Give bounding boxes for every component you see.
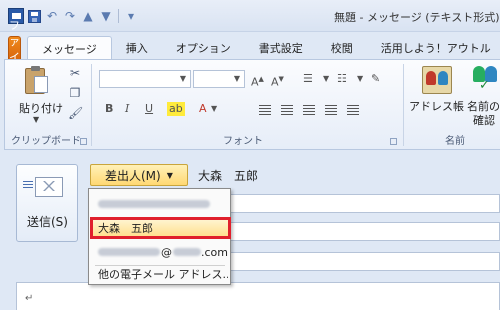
- tab-message[interactable]: メッセージ: [27, 36, 112, 60]
- copy-icon[interactable]: ❐: [68, 86, 82, 100]
- at-sign: @: [161, 245, 172, 259]
- menu-item-redacted-email[interactable]: @ .com: [91, 241, 228, 263]
- font-size-combo[interactable]: ▼: [193, 70, 245, 88]
- from-button-label: 差出人(M): [105, 168, 161, 183]
- tab-insert[interactable]: 挿入: [112, 36, 162, 60]
- font-color-dropdown-icon[interactable]: ▼: [211, 102, 217, 116]
- quick-access-toolbar: ↶ ↷ ▲ ▼ ▾: [8, 8, 139, 24]
- increase-indent-icon[interactable]: [347, 105, 359, 115]
- align-center-icon[interactable]: [281, 105, 293, 115]
- paste-label: 貼り付け: [19, 102, 63, 115]
- format-painter-icon[interactable]: 🖌: [68, 106, 83, 120]
- send-icon-lines: [23, 181, 33, 188]
- group-separator: [91, 64, 92, 146]
- redacted-text: [98, 200, 210, 208]
- bold-button[interactable]: B: [105, 102, 113, 116]
- window-title: 無題 - メッセージ (テキスト形式): [334, 11, 500, 24]
- compose-area: 送信(S) 差出人(M) ▼ 大森 五郎 ↵: [4, 150, 500, 310]
- align-right-icon[interactable]: [303, 105, 315, 115]
- numbering-icon[interactable]: ☷: [337, 72, 347, 86]
- send-icon: [35, 177, 63, 197]
- up-icon[interactable]: ▲: [80, 8, 96, 24]
- font-launcher-icon[interactable]: [390, 138, 397, 145]
- tab-file[interactable]: ファイル: [8, 19, 21, 80]
- customize-icon[interactable]: ▾: [123, 8, 139, 24]
- ribbon-tabs: ファイル メッセージ 挿入 オプション 書式設定 校閲 活用しよう！アウトル: [0, 19, 500, 80]
- address-book-icon: [422, 66, 452, 96]
- paste-icon: [25, 66, 49, 96]
- tab-outlook-tips[interactable]: 活用しよう！アウトル: [367, 36, 500, 60]
- address-book-label: アドレス帳: [409, 100, 464, 113]
- message-body[interactable]: ↵: [16, 282, 500, 310]
- bullets-dropdown-icon[interactable]: ▼: [323, 72, 329, 86]
- check-names-label-line1: 名前の: [467, 100, 500, 113]
- save-icon[interactable]: [26, 8, 42, 24]
- toolbar-separator: [118, 9, 119, 23]
- decrease-indent-icon[interactable]: [325, 105, 337, 115]
- clipboard-group-label: クリップボード: [11, 136, 81, 147]
- menu-item-selected-account[interactable]: 大森 五郎: [90, 217, 231, 239]
- from-name: 大森 五郎: [198, 169, 259, 183]
- title-bar: ↶ ↷ ▲ ▼ ▾ 無題 - メッセージ (テキスト形式): [0, 0, 500, 32]
- font-group-label: フォント: [223, 136, 263, 147]
- ribbon: 貼り付け ▼ ✂ ❐ 🖌 クリップボード ▼ ▼ A▲ A▼ ☰ ▼ ☷ ▼ ✎…: [4, 59, 500, 150]
- chevron-down-icon: ▼: [166, 170, 173, 180]
- underline-button[interactable]: U: [145, 102, 153, 116]
- menu-item-other-address[interactable]: 他の電子メール アドレス...: [91, 263, 228, 285]
- italic-button[interactable]: I: [125, 102, 129, 116]
- shrink-font-icon[interactable]: A▼: [271, 72, 284, 90]
- from-menu: 大森 五郎 @ .com 他の電子メール アドレス...: [88, 188, 231, 285]
- tab-options[interactable]: オプション: [162, 36, 245, 60]
- tab-format[interactable]: 書式設定: [245, 36, 317, 60]
- font-name-combo[interactable]: ▼: [99, 70, 191, 88]
- send-button[interactable]: 送信(S): [16, 164, 78, 242]
- font-color-icon[interactable]: A: [199, 102, 207, 116]
- email-domain-suffix: .com: [201, 245, 228, 259]
- tab-review[interactable]: 校閲: [317, 36, 367, 60]
- redo-icon[interactable]: ↷: [62, 8, 78, 24]
- menu-item-label: 他の電子メール アドレス...: [98, 268, 228, 281]
- from-button[interactable]: 差出人(M) ▼: [90, 164, 188, 186]
- paragraph-mark: ↵: [25, 293, 34, 304]
- group-separator: [403, 64, 404, 146]
- paste-dropdown-icon[interactable]: ▼: [33, 115, 39, 124]
- redacted-text: [173, 248, 201, 256]
- undo-icon[interactable]: ↶: [44, 8, 60, 24]
- menu-item-redacted-account[interactable]: [91, 193, 228, 215]
- check-names-label-line2: 確認: [473, 114, 495, 127]
- grow-font-icon[interactable]: A▲: [251, 72, 264, 90]
- clipboard-launcher-icon[interactable]: [80, 138, 87, 145]
- highlight-color-icon[interactable]: ab: [167, 102, 185, 116]
- align-left-icon[interactable]: [259, 105, 271, 115]
- clear-formatting-icon[interactable]: ✎: [371, 72, 380, 86]
- down-icon[interactable]: ▼: [98, 8, 114, 24]
- send-label: 送信(S): [27, 215, 68, 229]
- numbering-dropdown-icon[interactable]: ▼: [357, 72, 363, 86]
- names-group-label: 名前: [445, 136, 465, 147]
- redacted-text: [98, 248, 160, 256]
- check-names-icon: ✓: [471, 64, 500, 94]
- menu-item-label: 大森 五郎: [98, 222, 153, 235]
- bullets-icon[interactable]: ☰: [303, 72, 313, 86]
- cut-icon[interactable]: ✂: [68, 66, 82, 80]
